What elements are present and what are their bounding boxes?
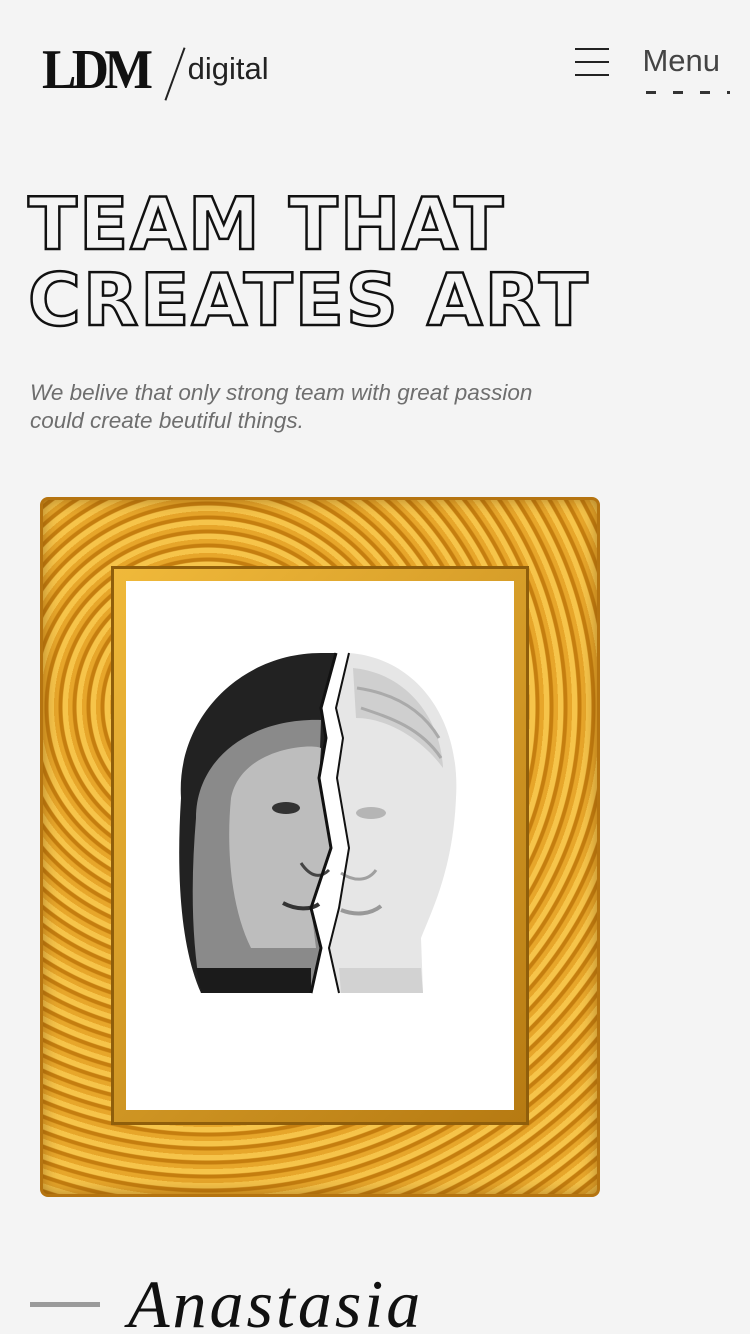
menu-underline [646, 91, 730, 95]
logo-subtitle: digital [187, 51, 269, 86]
split-face-illustration [179, 652, 457, 994]
site-header: LDM digital Menu [0, 0, 750, 120]
hero-subtitle: We belive that only strong team with gre… [30, 380, 533, 433]
team-member-portrait[interactable] [40, 497, 600, 1197]
logo-mark: LDM [42, 39, 153, 101]
hamburger-icon[interactable] [575, 46, 610, 76]
hero-title: TEAM THAT CREATES ART [27, 182, 590, 342]
portrait-canvas [126, 581, 514, 1110]
logo[interactable]: LDM digital [42, 24, 269, 101]
menu-button[interactable]: Menu [575, 43, 730, 95]
menu-label[interactable]: Menu [642, 43, 720, 78]
team-member-caption: Anastasia [30, 1270, 423, 1334]
team-member-name: Anastasia [128, 1266, 424, 1334]
frame-inner-border [114, 569, 526, 1122]
logo-divider [164, 47, 186, 101]
hero-title-line-1: TEAM THAT [27, 182, 506, 266]
hero-title-line-2: CREATES ART [27, 258, 590, 342]
menu-label-wrap[interactable]: Menu [642, 43, 730, 95]
caption-divider [30, 1301, 100, 1307]
